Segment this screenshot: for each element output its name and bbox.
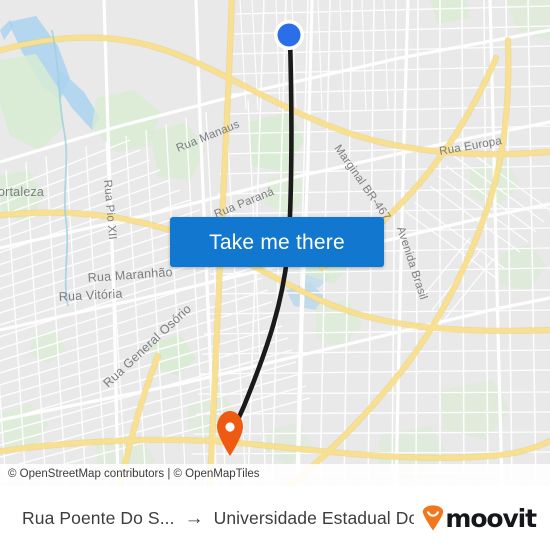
origin-marker-dot (277, 23, 301, 47)
route-summary: Rua Poente Do S... → Universidade Estadu… (22, 508, 414, 529)
moovit-pin-icon (423, 505, 444, 531)
destination-pin-hole (225, 422, 235, 432)
take-me-there-button[interactable]: Take me there (170, 217, 384, 267)
origin-marker[interactable] (274, 20, 304, 50)
street-label-fortaleza: ortaleza (0, 185, 44, 199)
footer-bar: Rua Poente Do S... → Universidade Estadu… (0, 486, 550, 550)
map-attribution: © OpenStreetMap contributors | © OpenMap… (0, 464, 550, 486)
moovit-logo[interactable]: moovit (422, 503, 537, 533)
moovit-route-preview: Rua Manaus Rua Paraná Rua Europa Margina… (0, 0, 550, 550)
moovit-wordmark: moovit (445, 503, 537, 533)
route-destination-label: Universidade Estadual Do Oest... (213, 507, 415, 528)
arrow-right-icon: → (184, 507, 204, 529)
route-origin-label: Rua Poente Do S... (22, 507, 175, 528)
